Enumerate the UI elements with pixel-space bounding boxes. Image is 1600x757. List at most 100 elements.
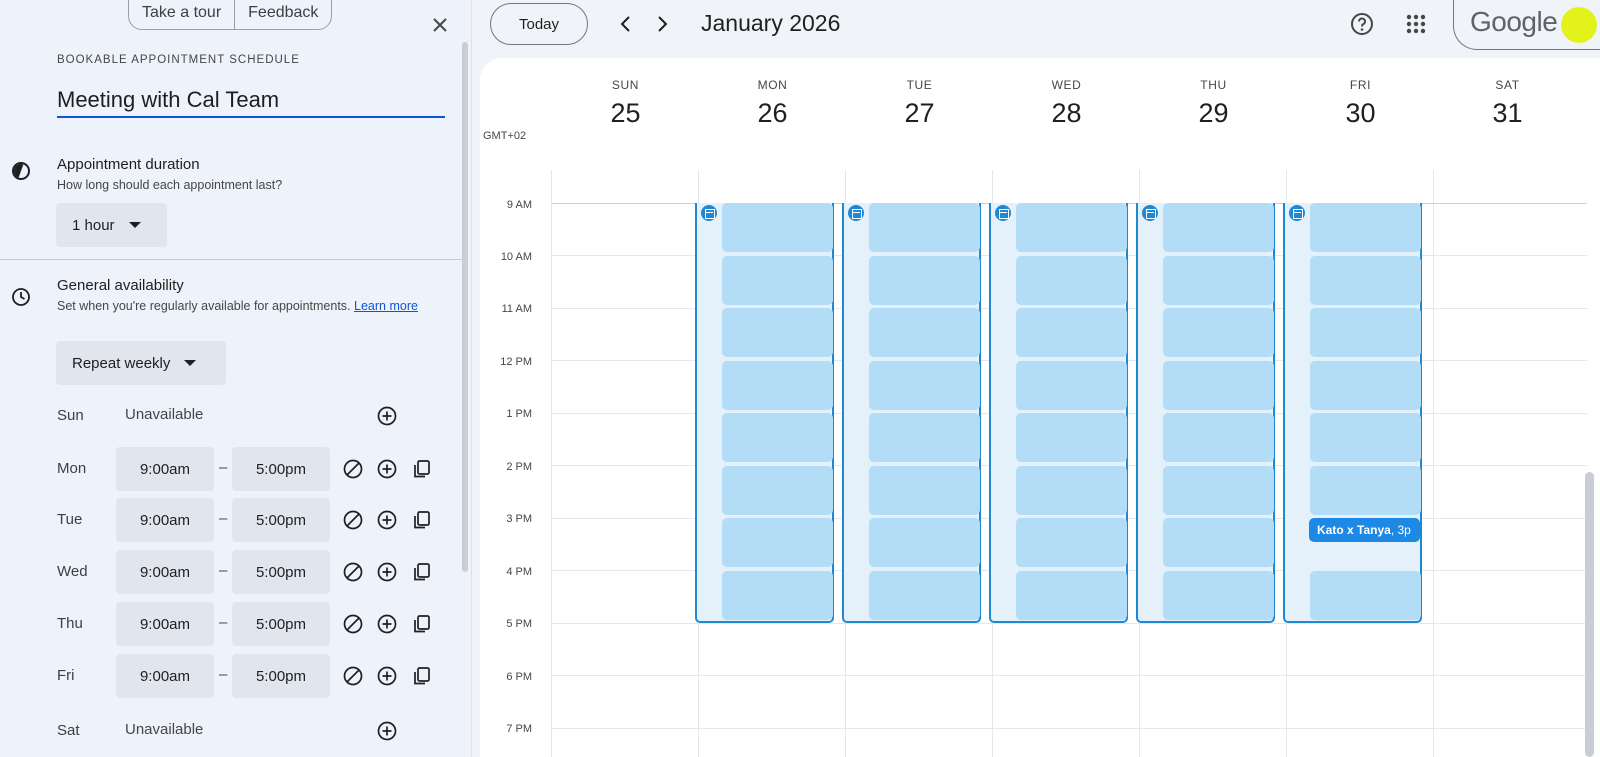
- learn-more-link[interactable]: Learn more: [354, 299, 418, 313]
- availability-subtitle: Set when you're regularly available for …: [57, 297, 435, 315]
- appointment-slot[interactable]: [722, 466, 833, 515]
- appointment-slot[interactable]: [869, 571, 980, 620]
- chevron-right-icon[interactable]: [650, 12, 674, 36]
- appointment-slot[interactable]: [1016, 361, 1127, 410]
- copy-icon[interactable]: [411, 613, 433, 635]
- appointment-slot[interactable]: [869, 518, 980, 567]
- calendar-event[interactable]: Kato x Tanya, 3p: [1309, 518, 1420, 542]
- day-number[interactable]: 27: [846, 98, 993, 129]
- copy-icon[interactable]: [411, 561, 433, 583]
- block-icon[interactable]: [342, 458, 364, 480]
- today-button[interactable]: Today: [490, 3, 588, 45]
- day-number[interactable]: 31: [1434, 98, 1581, 129]
- appointment-slot[interactable]: [1163, 361, 1274, 410]
- duration-value: 1 hour: [72, 216, 115, 234]
- appointment-slot[interactable]: [1016, 308, 1127, 357]
- day-number[interactable]: 26: [699, 98, 846, 129]
- unavailable-text: Unavailable: [125, 721, 204, 738]
- duration-select[interactable]: 1 hour: [56, 203, 167, 247]
- appointment-slot[interactable]: [1163, 256, 1274, 305]
- help-icon[interactable]: [1349, 11, 1375, 37]
- schedule-title-input[interactable]: [57, 84, 445, 118]
- appointment-slot[interactable]: [869, 361, 980, 410]
- add-circle-icon[interactable]: [376, 561, 398, 583]
- repeat-select[interactable]: Repeat weekly: [56, 341, 226, 385]
- close-icon[interactable]: [428, 13, 452, 37]
- appointment-slot[interactable]: [722, 361, 833, 410]
- avatar[interactable]: [1561, 7, 1597, 43]
- copy-icon[interactable]: [411, 509, 433, 531]
- appointment-slot[interactable]: [722, 256, 833, 305]
- copy-icon[interactable]: [411, 665, 433, 687]
- appointment-slot[interactable]: [1016, 466, 1127, 515]
- end-time-field[interactable]: 5:00pm: [232, 602, 330, 646]
- end-time-field[interactable]: 5:00pm: [232, 498, 330, 542]
- start-time-field[interactable]: 9:00am: [116, 447, 214, 491]
- add-circle-icon[interactable]: [376, 509, 398, 531]
- end-time-field[interactable]: 5:00pm: [232, 447, 330, 491]
- appointment-slot[interactable]: [869, 203, 980, 252]
- add-circle-icon[interactable]: [376, 405, 398, 427]
- appointment-slot[interactable]: [1016, 203, 1127, 252]
- appointment-slot[interactable]: [722, 203, 833, 252]
- day-number[interactable]: 25: [552, 98, 699, 129]
- appointment-slot[interactable]: [1163, 518, 1274, 567]
- appointment-slot[interactable]: [1163, 571, 1274, 620]
- appointment-slot[interactable]: [1016, 571, 1127, 620]
- appointment-slot[interactable]: [1163, 203, 1274, 252]
- block-icon[interactable]: [342, 613, 364, 635]
- day-number[interactable]: 29: [1140, 98, 1287, 129]
- appointment-slot[interactable]: [869, 466, 980, 515]
- end-time-field[interactable]: 5:00pm: [232, 654, 330, 698]
- day-number[interactable]: 28: [993, 98, 1140, 129]
- appointment-slot[interactable]: [1163, 413, 1274, 462]
- add-circle-icon[interactable]: [376, 665, 398, 687]
- copy-icon[interactable]: [411, 458, 433, 480]
- day-label: Sun: [57, 407, 84, 424]
- appointment-slot[interactable]: [1310, 571, 1421, 620]
- appointment-slot[interactable]: [1310, 308, 1421, 357]
- appointment-slot[interactable]: [869, 308, 980, 357]
- chevron-left-icon[interactable]: [614, 12, 638, 36]
- appointment-slot[interactable]: [1310, 203, 1421, 252]
- block-icon[interactable]: [342, 561, 364, 583]
- appointment-slot[interactable]: [722, 571, 833, 620]
- grid-column-line: [551, 170, 552, 757]
- appointment-slot[interactable]: [722, 413, 833, 462]
- appointment-slot[interactable]: [1163, 308, 1274, 357]
- appointment-slot[interactable]: [1163, 466, 1274, 515]
- appointment-slot[interactable]: [869, 413, 980, 462]
- apps-grid-icon[interactable]: [1403, 11, 1429, 37]
- take-tour-button[interactable]: Take a tour: [129, 0, 234, 29]
- duration-icon: [12, 162, 30, 180]
- block-icon[interactable]: [342, 509, 364, 531]
- appointment-slot[interactable]: [1310, 361, 1421, 410]
- block-icon[interactable]: [342, 665, 364, 687]
- appointment-slot[interactable]: [722, 308, 833, 357]
- start-time-field[interactable]: 9:00am: [116, 654, 214, 698]
- appointment-slot[interactable]: [1016, 413, 1127, 462]
- start-time-field[interactable]: 9:00am: [116, 602, 214, 646]
- appointment-slot[interactable]: [722, 518, 833, 567]
- add-circle-icon[interactable]: [376, 720, 398, 742]
- hour-label: 5 PM: [506, 618, 532, 630]
- hour-label: 2 PM: [506, 461, 532, 473]
- day-number[interactable]: 30: [1287, 98, 1434, 129]
- appointment-slot[interactable]: [1310, 466, 1421, 515]
- panel-scrollbar[interactable]: [462, 42, 468, 572]
- appointment-slot[interactable]: [1310, 413, 1421, 462]
- feedback-button[interactable]: Feedback: [234, 0, 331, 29]
- appointment-slot[interactable]: [1016, 518, 1127, 567]
- calendar-scrollbar[interactable]: [1585, 472, 1594, 757]
- end-time-field[interactable]: 5:00pm: [232, 550, 330, 594]
- appointment-slot[interactable]: [869, 256, 980, 305]
- add-circle-icon[interactable]: [376, 458, 398, 480]
- grid-hour-line: [551, 728, 1587, 729]
- appointment-panel: Take a tour Feedback BOOKABLE APPOINTMEN…: [0, 0, 472, 757]
- appointment-slot[interactable]: [1310, 256, 1421, 305]
- start-time-field[interactable]: 9:00am: [116, 550, 214, 594]
- range-dash: –: [219, 614, 228, 631]
- add-circle-icon[interactable]: [376, 613, 398, 635]
- start-time-field[interactable]: 9:00am: [116, 498, 214, 542]
- appointment-slot[interactable]: [1016, 256, 1127, 305]
